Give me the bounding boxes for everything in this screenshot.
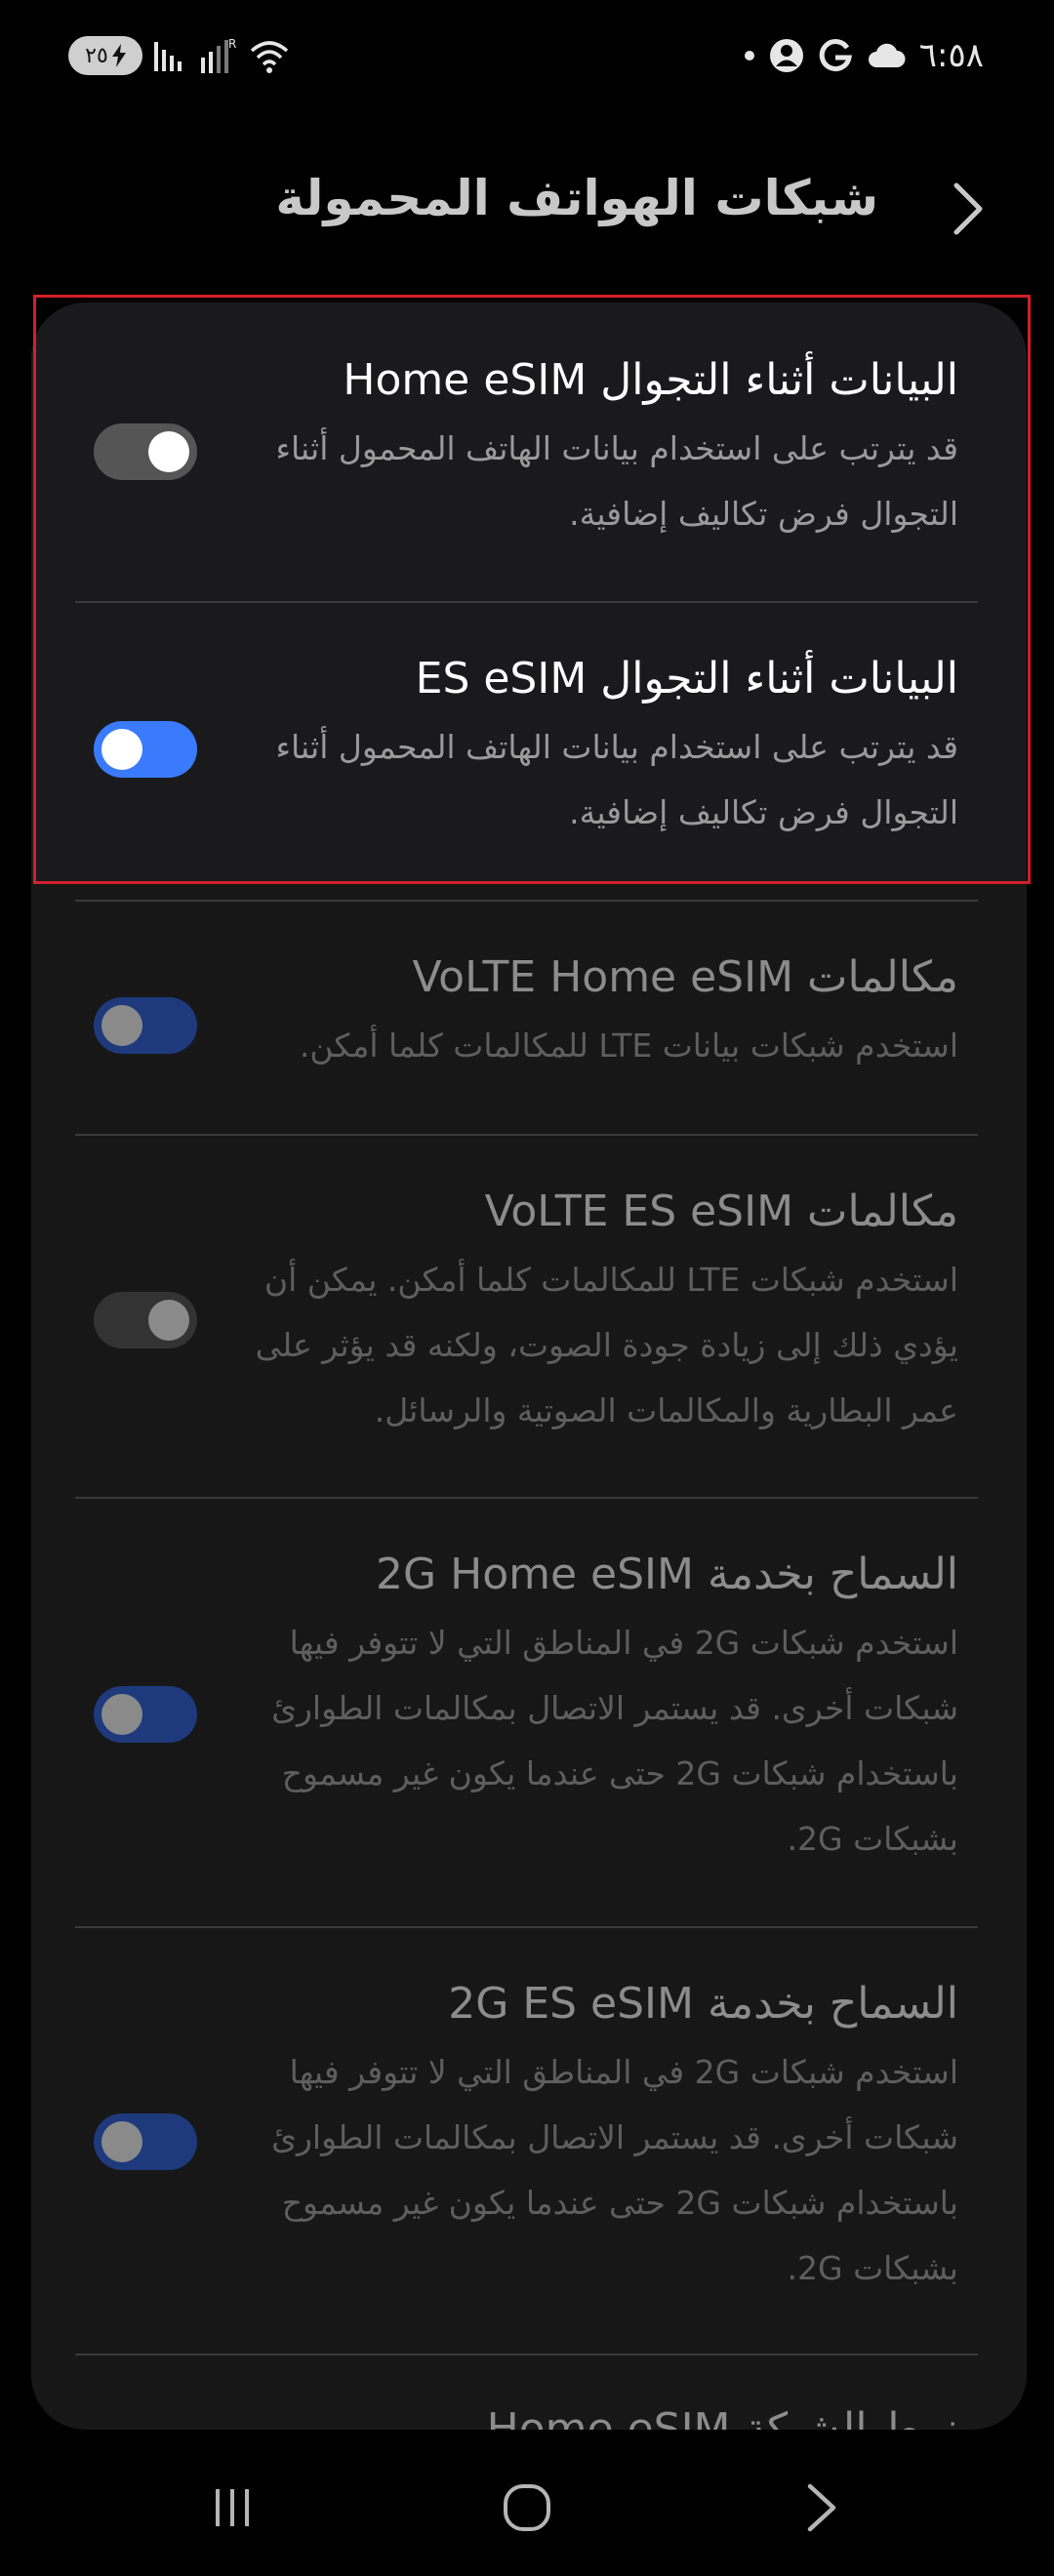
- setting-row-network-mode-home-esim[interactable]: نمط الشبكة Home eSIM: [31, 2355, 1027, 2430]
- home-icon: [504, 2484, 550, 2531]
- setting-subtitle: استخدم شبكات 2G في المناطق التي لا تتوفر…: [271, 1624, 958, 1858]
- setting-row-volte-es-esim[interactable]: مكالمات VoLTE ES eSIM استخدم شبكات LTE ل…: [31, 1136, 1027, 1497]
- roaming-es-esim-toggle[interactable]: [94, 721, 197, 778]
- 2g-es-esim-toggle[interactable]: [94, 2113, 197, 2170]
- home-button[interactable]: [478, 2459, 576, 2556]
- recents-icon: [216, 2489, 249, 2526]
- setting-subtitle: استخدم شبكات 2G في المناطق التي لا تتوفر…: [271, 2053, 958, 2287]
- page-title: شبكات الهواتف المحمولة: [275, 170, 878, 226]
- toggle-knob: [101, 2121, 142, 2162]
- setting-title: مكالمات VoLTE Home eSIM: [412, 952, 958, 1002]
- setting-row-2g-es-esim[interactable]: السماح بخدمة 2G ES eSIM استخدم شبكات 2G …: [31, 1928, 1027, 2354]
- setting-subtitle: قد يترتب على استخدام بيانات الهاتف المحم…: [275, 429, 958, 533]
- setting-row-2g-home-esim[interactable]: السماح بخدمة 2G Home eSIM استخدم شبكات 2…: [31, 1499, 1027, 1926]
- status-bar: ٢٥ R ٦:٥٨: [0, 0, 1054, 107]
- setting-row-roaming-es-esim[interactable]: البيانات أثناء التجوال ES eSIM قد يترتب …: [31, 603, 1027, 880]
- wifi-icon: [250, 41, 289, 73]
- navigation-bar: [0, 2439, 1054, 2576]
- recents-button[interactable]: [183, 2459, 281, 2556]
- setting-title: مكالمات VoLTE ES eSIM: [484, 1187, 958, 1236]
- back-icon: [807, 2483, 836, 2532]
- setting-row-roaming-home-esim[interactable]: البيانات أثناء التجوال Home eSIM قد يترت…: [31, 302, 1027, 601]
- g-icon: [818, 38, 853, 73]
- settings-card: البيانات أثناء التجوال Home eSIM قد يترت…: [31, 302, 1027, 2430]
- status-bar-left-group: ٢٥ R: [68, 33, 291, 78]
- toggle-knob: [101, 729, 142, 770]
- 2g-home-esim-toggle[interactable]: [94, 1686, 197, 1743]
- volte-es-esim-toggle[interactable]: [94, 1292, 197, 1348]
- setting-title: البيانات أثناء التجوال ES eSIM: [415, 654, 958, 704]
- cloud-icon: [867, 42, 906, 69]
- toggle-knob: [101, 1005, 142, 1046]
- signal-icon: [154, 42, 182, 71]
- signal-r-icon: R: [201, 37, 236, 73]
- setting-title: نمط الشبكة Home eSIM: [486, 2404, 958, 2430]
- battery-indicator: ٢٥: [68, 36, 142, 75]
- volte-home-esim-toggle[interactable]: [94, 997, 197, 1054]
- account-icon: [769, 38, 804, 73]
- back-nav-button[interactable]: [773, 2459, 871, 2556]
- setting-title: السماح بخدمة 2G Home eSIM: [376, 1550, 958, 1599]
- toggle-knob: [101, 1694, 142, 1735]
- dot-icon: [744, 50, 755, 61]
- setting-row-volte-home-esim[interactable]: مكالمات VoLTE Home eSIM استخدم شبكات بيا…: [31, 902, 1027, 1134]
- svg-text:R: R: [228, 37, 236, 51]
- toggle-knob: [148, 431, 189, 472]
- chevron-right-icon: [953, 182, 983, 235]
- charging-icon: [111, 44, 126, 67]
- status-time: ٦:٥٨: [918, 36, 984, 75]
- toggle-knob: [148, 1300, 189, 1341]
- setting-subtitle: استخدم شبكات LTE للمكالمات كلما أمكن. يم…: [255, 1261, 958, 1429]
- battery-level: ٢٥: [85, 43, 108, 68]
- back-button[interactable]: [929, 170, 1007, 248]
- setting-title: البيانات أثناء التجوال Home eSIM: [343, 355, 958, 405]
- status-bar-right-group: ٦:٥٨: [744, 31, 984, 80]
- setting-subtitle: قد يترتب على استخدام بيانات الهاتف المحم…: [275, 728, 958, 831]
- setting-subtitle: استخدم شبكات بيانات LTE للمكالمات كلما أ…: [299, 1026, 958, 1065]
- roaming-home-esim-toggle[interactable]: [94, 423, 197, 480]
- app-header: شبكات الهواتف المحمولة: [0, 156, 1054, 254]
- setting-title: السماح بخدمة 2G ES eSIM: [448, 1979, 958, 2029]
